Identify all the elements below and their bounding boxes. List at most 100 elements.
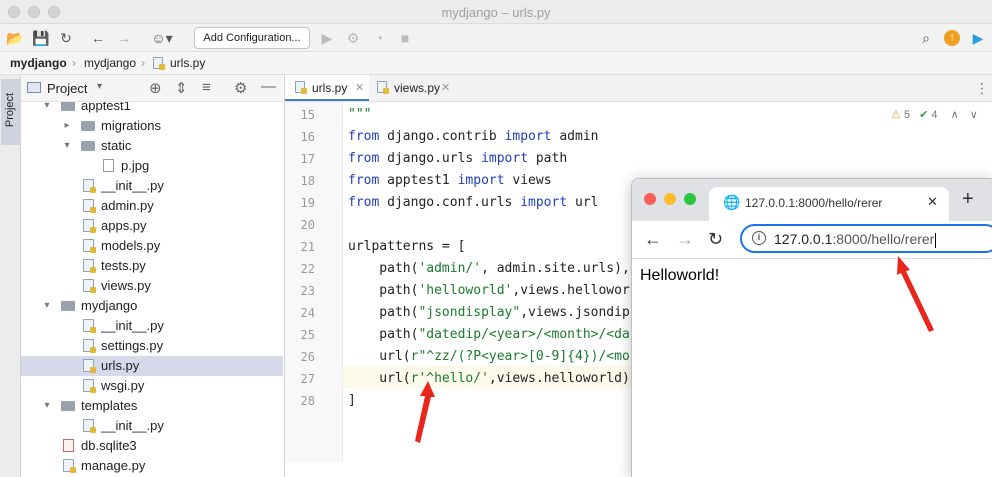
sync-icon[interactable]: ↻ [58,30,74,46]
code-line[interactable]: urlpatterns = [ [348,236,465,258]
chevron-up-icon[interactable]: ∧ [951,109,959,121]
save-icon[interactable]: 💾 [32,30,49,46]
tree-folder[interactable]: ▾ static [21,136,283,156]
tab-urls-py[interactable]: urls.py ✕ [285,75,369,101]
tree-file[interactable]: apps.py [21,216,283,236]
open-folder-icon[interactable]: 📂 [6,30,23,46]
code-line[interactable]: from django.conf.urls import url [348,192,598,214]
code-line[interactable]: path('admin/', admin.site.urls), [348,258,630,280]
folder-icon [61,301,75,311]
info-icon[interactable]: i [752,231,766,245]
address-text[interactable]: 127.0.0.1:8000/hello/rerer [774,231,937,248]
project-tool-tab[interactable]: Project [1,79,20,145]
python-file-icon [377,81,389,94]
expand-all-icon[interactable]: ⇕ [175,79,188,97]
back-icon[interactable]: ← [90,30,106,46]
chevron-down-icon[interactable]: ▾ [41,296,53,316]
browser-back-icon[interactable]: ← [644,229,662,250]
tree-file[interactable]: p.jpg [21,156,283,176]
tree-file[interactable]: wsgi.py [21,376,283,396]
hide-panel-icon[interactable]: — [261,78,276,95]
add-configuration-button[interactable]: Add Configuration... [194,27,310,49]
code-line[interactable]: url(r"^zz/(?P<year>[0-9]{4})/<mo [348,346,629,368]
debug-icon[interactable]: ⚙ [345,30,361,46]
code-token: "jsondisplay" [418,305,521,320]
tree-file[interactable]: admin.py [21,196,283,216]
close-icon[interactable]: ✕ [441,75,450,101]
tree-file[interactable]: __init__.py [21,316,283,336]
tree-folder[interactable]: ▾ templates [21,396,283,416]
chevron-down-icon[interactable]: ▾ [41,396,53,416]
code-line[interactable]: ] [348,390,356,412]
folder-icon [61,401,75,411]
python-file-icon [83,419,96,433]
code-line[interactable]: path('helloworld',views.hellowor [348,280,629,302]
locate-icon[interactable]: ⊕ [149,79,162,97]
tree-file[interactable]: __init__.py [21,176,283,196]
tree-file[interactable]: db.sqlite3 [21,436,283,456]
inspection-widget[interactable]: ⚠ 5 ✔ 4 ∧ ∨ [891,108,978,121]
code-token: apptest1 [379,173,458,188]
tree-file[interactable]: urls.py [21,356,283,376]
line-number: 18 [300,174,315,188]
code-token: url [567,195,599,210]
chevron-down-icon[interactable]: ▾ [41,102,53,116]
breadcrumb-package[interactable]: mydjango [84,56,136,70]
browser-minimize-button[interactable] [664,193,676,205]
tree-file[interactable]: settings.py [21,336,283,356]
code-token: import [481,151,529,166]
tree-file[interactable]: __init__.py [21,416,283,436]
python-file-icon [83,359,96,373]
breadcrumb-file[interactable]: urls.py [170,56,205,70]
project-view-dropdown[interactable]: Project [47,81,87,96]
tree-folder[interactable]: ▸ migrations [21,116,283,136]
address-bar[interactable]: i 127.0.0.1:8000/hello/rerer [740,224,992,253]
tree-file[interactable]: views.py [21,276,283,296]
browser-zoom-button[interactable] [684,193,696,205]
project-view-icon [27,82,41,93]
run-icon[interactable]: ▶ [319,30,335,46]
tree-folder[interactable]: ▾ mydjango [21,296,283,316]
code-line[interactable]: path("datedip/<year>/<month>/<da [348,324,629,346]
tree-folder[interactable]: ▾ apptest1 [21,102,283,116]
code-line[interactable]: """ [348,104,371,126]
new-tab-icon[interactable]: + [962,188,974,210]
forward-icon[interactable]: → [116,30,132,46]
code-line[interactable]: from apptest1 import views [348,170,552,192]
reload-icon[interactable]: ↻ [708,229,723,250]
warning-count: 5 [903,109,911,121]
collapse-all-icon[interactable]: ≡ [202,79,211,96]
tree-file[interactable]: manage.py [21,456,283,476]
tree-file[interactable]: tests.py [21,256,283,276]
line-number: 22 [300,262,315,276]
more-options-icon[interactable]: ⋮ [975,80,989,97]
tab-label: urls.py [312,81,348,95]
code-line[interactable]: from django.urls import path [348,148,567,170]
breadcrumb-project[interactable]: mydjango [10,56,67,70]
update-icon[interactable]: ↑ [944,30,960,46]
chevron-right-icon[interactable]: ▸ [61,116,73,136]
close-tab-icon[interactable]: ✕ [927,194,938,210]
chevron-down-icon[interactable]: ▾ [61,136,73,156]
plugin-icon[interactable]: ▶ [970,30,986,46]
browser-tab[interactable]: 🌐 127.0.0.1:8000/hello/rerer ✕ [709,187,949,221]
code-line[interactable]: url(r'^hello/',views.helloworld) [348,368,630,390]
gear-icon[interactable]: ⚙ [234,79,247,97]
chevron-down-icon[interactable]: ∨ [970,109,978,121]
browser-forward-icon[interactable]: → [676,229,694,250]
coverage-icon[interactable]: ◔ [371,30,387,46]
browser-close-button[interactable] [644,193,656,205]
search-icon[interactable]: ⌕ [918,30,934,46]
tree-file[interactable]: models.py [21,236,283,256]
stop-icon[interactable]: ■ [397,30,413,46]
close-icon[interactable]: ✕ [355,75,364,101]
user-icon[interactable]: ☺▾ [148,30,176,46]
chevron-down-icon[interactable]: ▾ [97,81,102,92]
globe-icon: 🌐 [723,194,741,210]
python-file-icon [83,199,96,213]
code-line[interactable]: path("jsondisplay",views.jsondip [348,302,629,324]
code-token: r'^hello/' [410,371,489,386]
tab-views-py[interactable]: views.py ✕ [369,75,459,101]
code-line[interactable]: from django.contrib import admin [348,126,598,148]
code-token: import [504,129,552,144]
